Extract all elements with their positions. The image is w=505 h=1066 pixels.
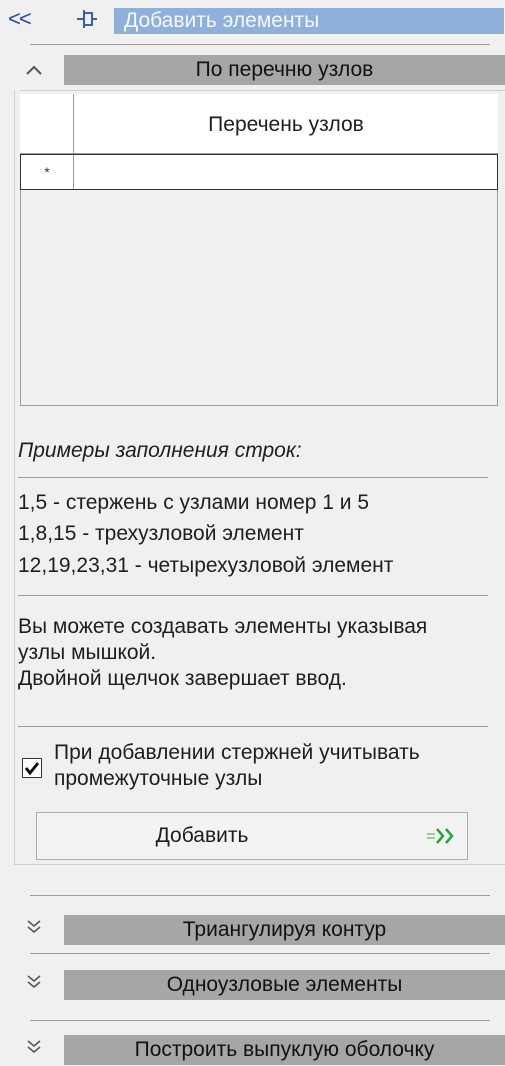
arrow-glyph	[427, 828, 454, 844]
divider	[30, 44, 490, 45]
chevron-down-glyph	[27, 920, 41, 934]
section-title: Триангулируя контур	[64, 915, 505, 945]
grid-new-row[interactable]	[20, 154, 498, 190]
info-line: Вы можете создавать элементы указывая	[18, 615, 428, 638]
grid-column-header[interactable]: Перечень узлов	[74, 94, 498, 154]
chevron-up-glyph	[26, 65, 42, 75]
chevron-down-icon[interactable]	[14, 914, 54, 946]
checkbox-label[interactable]: При добавлении стержней учитывать	[54, 740, 420, 766]
examples-title: Примеры заполнения строк:	[18, 439, 302, 462]
section-title: Одноузловые элементы	[64, 970, 505, 1000]
example-line: 1,5 - стержень с узлами номер 1 и 5	[18, 491, 370, 514]
add-button[interactable]: Добавить	[36, 812, 468, 860]
collapse-panel-button[interactable]: <<	[8, 6, 42, 32]
checkmark-icon	[24, 762, 40, 776]
pin-icon[interactable]	[74, 6, 100, 32]
panel-title: Добавить элементы	[114, 8, 504, 34]
chevron-down-icon[interactable]	[14, 1034, 54, 1066]
include-intermediate-nodes-checkbox[interactable]	[22, 758, 42, 778]
divider	[20, 90, 505, 91]
divider	[30, 1020, 490, 1021]
chevron-down-icon[interactable]	[14, 969, 54, 1001]
section-title: Построить выпуклую оболочку	[64, 1035, 505, 1065]
chevron-down-glyph	[27, 975, 41, 989]
add-button-label: Добавить	[155, 824, 249, 847]
divider	[18, 477, 488, 478]
section-convex-hull-header[interactable]: Построить выпуклую оболочку	[0, 1034, 505, 1066]
divider	[30, 895, 490, 896]
section-triangulate-header[interactable]: Триангулируя контур	[0, 914, 505, 946]
example-line: 1,8,15 - трехузловой элемент	[18, 522, 304, 545]
new-row-marker: *	[21, 155, 74, 189]
divider	[30, 953, 490, 954]
section-single-node-header[interactable]: Одноузловые элементы	[0, 969, 505, 1001]
info-line: узлы мышкой.	[18, 641, 157, 664]
divider	[18, 595, 488, 596]
divider	[18, 726, 488, 727]
chevron-down-glyph	[27, 1040, 41, 1054]
double-chevron-right-icon	[425, 823, 459, 849]
example-line: 12,19,23,31 - четырехузловой элемент	[18, 554, 394, 577]
divider	[14, 864, 505, 865]
chevron-up-icon[interactable]	[14, 54, 54, 86]
checkbox-label[interactable]: промежуточные узлы	[54, 766, 262, 792]
section-title: По перечню узлов	[64, 55, 505, 85]
pin-icon-glyph	[77, 10, 97, 28]
info-line: Двойной щелчок завершает ввод.	[18, 667, 347, 690]
section-by-nodes-header[interactable]: По перечню узлов	[0, 54, 505, 86]
grid-corner-cell[interactable]	[20, 94, 74, 154]
panel-border	[14, 90, 15, 864]
